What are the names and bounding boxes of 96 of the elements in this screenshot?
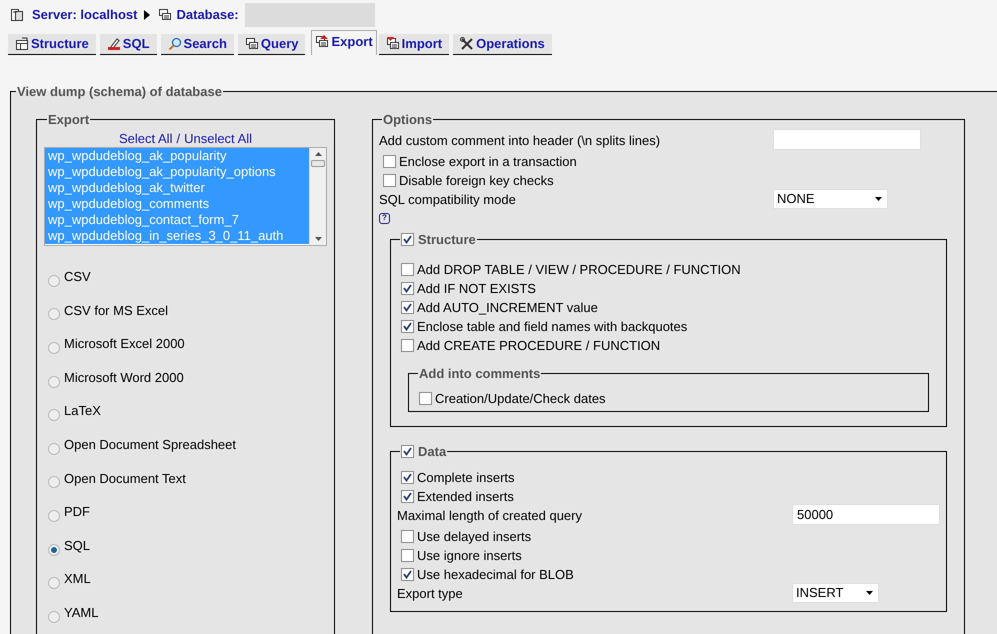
dropdown[interactable]: NONE (773, 189, 888, 209)
checkbox[interactable] (401, 233, 414, 246)
radio-button[interactable] (48, 274, 60, 287)
format-label: Open Document Text (64, 470, 186, 488)
text-field[interactable] (773, 129, 921, 150)
checkbox[interactable] (383, 155, 396, 168)
format-label: Microsoft Word 2000 (64, 368, 184, 387)
database-arrow-icon (386, 37, 400, 51)
radio-button[interactable] (48, 376, 60, 388)
database-arrow-icon (315, 34, 330, 48)
database-icon (158, 8, 172, 22)
radio-button[interactable] (48, 476, 60, 488)
option-label: Use ignore inserts (417, 546, 522, 565)
format-label: LaTeX (64, 402, 101, 420)
tab[interactable]: Search (160, 34, 234, 55)
tools-icon (460, 37, 474, 51)
tab[interactable]: Query (238, 34, 306, 55)
field-label: Export type (397, 584, 464, 603)
option-label: Disable foreign key checks (399, 172, 554, 190)
section-title: Data (418, 443, 446, 461)
checkbox[interactable] (401, 338, 414, 352)
checkbox[interactable] (401, 490, 414, 503)
format-label: XML (64, 570, 91, 588)
option-label: Complete inserts (417, 468, 515, 487)
checkbox[interactable] (401, 470, 414, 484)
field-label: SQL compatibility mode (379, 191, 517, 209)
option-label: Use delayed inserts (417, 528, 532, 546)
tab[interactable]: SQL (100, 34, 157, 55)
tab[interactable]: Export (311, 30, 377, 55)
format-label: Microsoft Excel 2000 (64, 335, 185, 354)
option-label: Enclose export in a transaction (399, 152, 577, 171)
check-icon (403, 235, 412, 244)
option-label: Creation/Update/Check dates (435, 390, 606, 408)
radio-button[interactable] (48, 409, 60, 422)
scroll-thumb[interactable] (311, 160, 325, 167)
format-label: SQL (64, 536, 90, 555)
checkbox[interactable] (401, 282, 414, 295)
field-label: Add custom comment into header (\n splits lines) (379, 132, 662, 150)
arrow-down-icon (314, 237, 322, 241)
option-label: Add IF NOT EXISTS (417, 280, 536, 298)
radio-button[interactable] (48, 544, 60, 556)
option-label: Add AUTO_INCREMENT value (417, 298, 598, 317)
tab[interactable]: Operations (453, 34, 552, 55)
option-label: Enclose table and field names with backquotes (417, 318, 688, 336)
format-label: CSV for MS Excel (64, 302, 168, 320)
arrow-right-icon (144, 10, 150, 20)
radio-button[interactable] (48, 577, 60, 590)
checkbox[interactable] (401, 300, 414, 314)
radio-button[interactable] (48, 610, 60, 623)
select-all-link[interactable]: Select All (118, 131, 172, 147)
help-icon[interactable]: ? (379, 212, 390, 224)
radio-button[interactable] (48, 442, 60, 455)
dropdown[interactable]: INSERT (792, 582, 879, 603)
arrow-up-icon (314, 152, 322, 156)
radio-button[interactable] (48, 510, 60, 522)
tab[interactable]: Import (378, 34, 450, 55)
checkbox[interactable] (401, 548, 414, 562)
checkbox[interactable] (401, 262, 414, 276)
database-link[interactable]: Database: (176, 5, 239, 25)
format-label: YAML (64, 604, 98, 622)
option-label: Add DROP TABLE / VIEW / PROCEDURE / FUNCTION (417, 260, 741, 278)
section-title: View dump (schema) of database (17, 84, 222, 99)
field-label: Maximal length of created query (397, 506, 583, 525)
database-icon (244, 37, 259, 51)
server-icon (10, 8, 24, 22)
format-label: CSV (64, 268, 91, 286)
checkbox[interactable] (401, 530, 414, 543)
section-title: Options (383, 112, 432, 126)
checkbox[interactable] (401, 320, 414, 333)
scrollbar[interactable] (309, 148, 326, 245)
magnifier-icon (168, 37, 182, 51)
text-field[interactable]: 50000 (792, 504, 940, 525)
unselect-all-link[interactable]: Unselect All (184, 131, 252, 147)
option-label: Extended inserts (417, 488, 514, 506)
option-label: Use hexadecimal for BLOB (417, 566, 574, 584)
radio-button[interactable] (48, 308, 60, 320)
caret-icon (875, 197, 882, 201)
caret-icon (866, 590, 873, 595)
pencil-icon (106, 37, 121, 51)
separator: / (176, 131, 180, 147)
table-icon (15, 37, 29, 51)
format-label: PDF (64, 503, 90, 522)
check-icon (403, 570, 412, 579)
checkbox[interactable] (383, 174, 396, 187)
format-label: Open Document Spreadsheet (64, 436, 236, 454)
checkbox[interactable] (419, 392, 432, 406)
tab[interactable]: Structure (8, 34, 96, 55)
checkbox[interactable] (401, 568, 414, 581)
checkbox[interactable] (401, 445, 414, 458)
section-title: Structure (418, 231, 476, 249)
section-title: Add into comments (419, 366, 540, 381)
check-icon (403, 447, 412, 456)
server-link[interactable]: Server: localhost (32, 5, 138, 25)
option-label: Add CREATE PROCEDURE / FUNCTION (417, 336, 660, 354)
section-title: Export (48, 112, 90, 126)
radio-button[interactable] (48, 342, 60, 354)
